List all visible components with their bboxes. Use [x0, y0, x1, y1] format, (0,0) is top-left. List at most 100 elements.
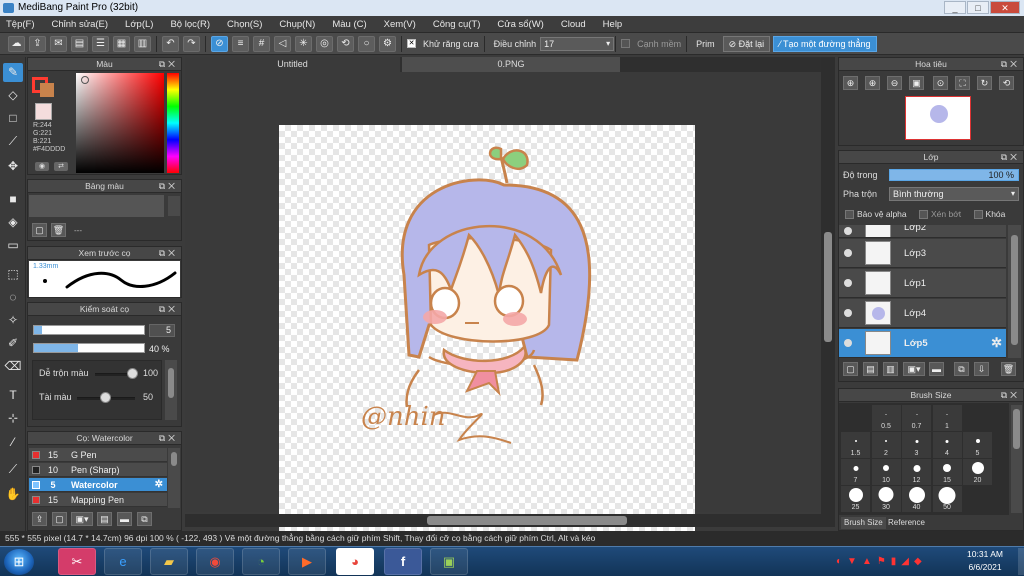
color-swap-button[interactable]: ⇄ [54, 162, 68, 171]
zoom-out-icon[interactable]: ⊖ [887, 76, 902, 90]
cloud-icon[interactable]: ☁ [8, 35, 25, 52]
canvas-hscrollbar[interactable] [185, 514, 821, 527]
redo-icon[interactable]: ↷ [183, 35, 200, 52]
cross-snap-icon[interactable]: # [253, 35, 270, 52]
magic-wand-icon[interactable]: ✧ [3, 311, 23, 330]
show-desktop-button[interactable] [1018, 548, 1024, 575]
document-icon[interactable]: ▥ [134, 35, 151, 52]
paint-amount-knob[interactable] [100, 392, 111, 403]
marquee-icon[interactable]: ⬚ [3, 265, 23, 284]
canvas-vscrollbar[interactable] [821, 57, 835, 527]
rotate-icon[interactable]: ↻ [977, 76, 992, 90]
brush-size-scrollbar[interactable] [1011, 405, 1022, 513]
menu-cloud[interactable]: Cloud [561, 19, 586, 30]
brush-size-cell[interactable]: 1 [932, 405, 962, 431]
new-1bit-layer-icon[interactable]: ▥ [883, 362, 898, 376]
hand-tool-icon[interactable]: ✋ [3, 485, 23, 504]
brush-list-scrollbar[interactable] [168, 448, 180, 508]
new-layer-icon[interactable]: ▢ [843, 362, 858, 376]
close-button[interactable]: ✕ [990, 1, 1020, 14]
palette-scrollbar[interactable] [168, 196, 180, 216]
layer-row[interactable]: Lớp1 [839, 269, 1006, 298]
scroll-thumb[interactable] [171, 452, 177, 466]
select-eraser-icon[interactable]: ⌫ [3, 357, 23, 376]
ellipse-snap-icon[interactable]: ○ [358, 35, 375, 52]
eyedropper-icon[interactable]: ⁄ [3, 433, 23, 452]
fill-rect-icon[interactable]: ■ [3, 190, 23, 209]
brush-size-cell[interactable]: 30 [871, 486, 901, 512]
menu-layer[interactable]: Lớp(L) [125, 19, 153, 30]
brush-size-cell[interactable]: 7 [841, 459, 870, 485]
zoom-in-icon[interactable]: ⊕ [843, 76, 858, 90]
navigator-thumbnail[interactable] [905, 96, 971, 140]
fullscreen-icon[interactable]: ⛶ [955, 76, 970, 90]
color-sv-field[interactable] [76, 73, 164, 173]
brush-size-cell[interactable]: 0.5 [871, 405, 901, 431]
new-brush-icon[interactable]: ▢ [52, 512, 67, 526]
menu-filter[interactable]: Bộ lọc(R) [170, 19, 210, 30]
brush-menu-icon[interactable]: ▣▾ [71, 512, 93, 526]
straight-line-button[interactable]: ⁄ Tạo một đường thẳng [773, 35, 877, 52]
scroll-thumb[interactable] [1013, 409, 1020, 449]
panel-buttons[interactable]: ⧉✕ [159, 303, 178, 316]
blend-knob[interactable] [127, 368, 138, 379]
drawing-canvas[interactable]: @nhin [279, 125, 695, 540]
brush-item[interactable]: 15 Mapping Pen [29, 493, 167, 507]
menu-file[interactable]: Tệp(F) [6, 19, 35, 30]
panel-buttons[interactable]: ⧉✕ [1001, 58, 1020, 71]
panel-buttons[interactable]: ⧉✕ [159, 180, 178, 193]
vanishing-point-icon[interactable]: ◁ [274, 35, 291, 52]
move-tool-icon[interactable]: ✥ [3, 157, 23, 176]
brush-size-cell[interactable]: 2 [871, 432, 901, 458]
menu-view[interactable]: Xem(V) [384, 19, 416, 30]
blend-mode-dropdown[interactable]: Bình thường [889, 187, 1019, 201]
reset-view-icon[interactable]: ⟲ [999, 76, 1014, 90]
paint-taskbar-icon[interactable]: ◕ [336, 548, 374, 575]
brush-item[interactable]: 15 G Pen [29, 448, 167, 462]
brush-tool-icon[interactable]: ✎ [3, 63, 23, 82]
panel-buttons[interactable]: ⧉✕ [159, 432, 178, 445]
minimize-button[interactable]: _ [944, 1, 966, 14]
brush-size-cell[interactable]: 20 [963, 459, 992, 485]
explorer-taskbar-icon[interactable]: ▰ [150, 548, 188, 575]
tab-brush-size[interactable]: Brush Size [841, 517, 886, 529]
app-taskbar-icon[interactable]: ◔ [242, 548, 280, 575]
reset-button[interactable]: ⊘ Đặt lại [722, 35, 771, 52]
color-mode-button[interactable]: ◉ [35, 162, 49, 171]
dropper-icon[interactable]: ⟋ [3, 460, 23, 479]
actual-size-icon[interactable]: ⊙ [933, 76, 948, 90]
secondary-color-swatch[interactable] [40, 83, 54, 97]
brush-size-cell[interactable]: 1.5 [841, 432, 870, 458]
brush-size-cell[interactable]: 0.7 [902, 405, 931, 431]
brush-size-cell[interactable]: 12 [902, 459, 931, 485]
eye-icon[interactable] [844, 279, 852, 287]
panel-buttons[interactable]: ⧉✕ [159, 247, 178, 260]
brush-size-slider[interactable] [33, 325, 145, 335]
folder-icon[interactable]: ▬ [117, 512, 132, 526]
page-icon[interactable]: ▤ [71, 35, 88, 52]
brush-item-selected[interactable]: 5 Watercolor ✲ [29, 478, 167, 492]
scroll-thumb[interactable] [1011, 235, 1018, 345]
eraser-tool-icon[interactable]: ◇ [3, 86, 23, 105]
brush-size-cell[interactable]: 5 [963, 432, 992, 458]
eye-icon[interactable] [844, 339, 852, 347]
grid-icon[interactable]: ▦ [113, 35, 130, 52]
medibang-taskbar-icon[interactable]: ✂ [58, 548, 96, 575]
snap-off-icon[interactable]: ⊘ [211, 35, 228, 52]
gradient-icon[interactable]: ▭ [3, 236, 23, 255]
duplicate-layer-icon[interactable]: ⧉ [954, 362, 969, 376]
lasso-icon[interactable]: ◌ [3, 288, 23, 307]
layer-row[interactable]: Lớp3 [839, 239, 1006, 268]
operation-icon[interactable]: ⊹ [3, 409, 23, 428]
brush-item[interactable]: 10 Pen (Sharp) [29, 463, 167, 477]
eye-icon[interactable] [844, 227, 852, 235]
soft-edge-checkbox[interactable] [621, 39, 631, 48]
tray-icons[interactable]: ◐▼▲⚑▮◢◆ [836, 556, 927, 567]
brush-size-cell[interactable]: 50 [932, 486, 962, 512]
layer-row[interactable]: Lớp4 [839, 299, 1006, 328]
menu-tools[interactable]: Công cụ(T) [433, 19, 481, 30]
tab-image[interactable]: 0.PNG [402, 57, 620, 72]
brush-size-cell[interactable]: 40 [902, 486, 931, 512]
dot-pen-icon[interactable]: ⟋ [3, 132, 23, 151]
add-brush-icon[interactable]: ⇪ [32, 512, 47, 526]
